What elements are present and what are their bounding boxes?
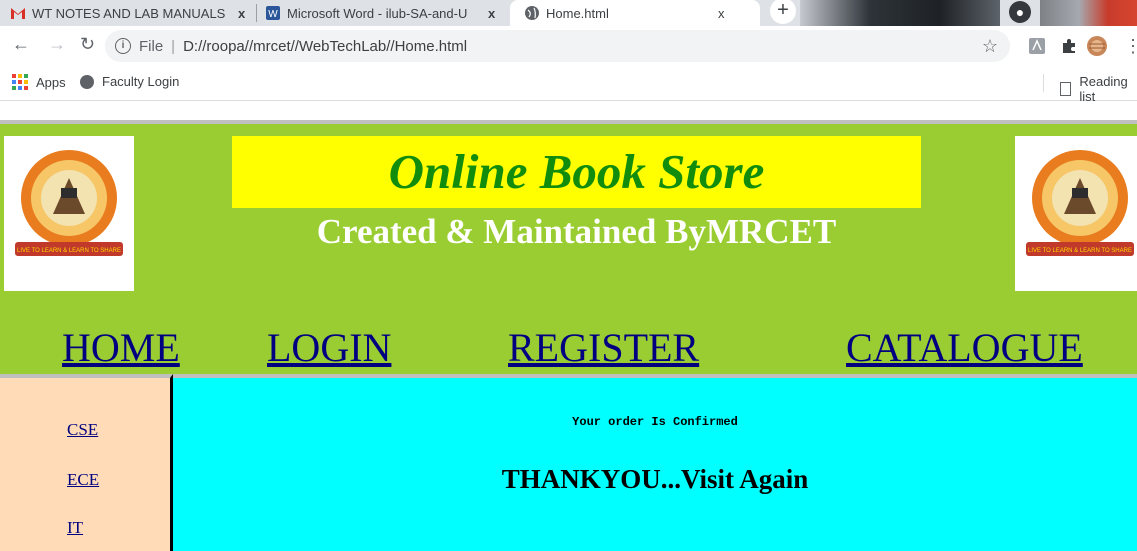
college-logo-icon: LIVE TO LEARN & LEARN TO SHARE [15, 150, 123, 256]
bookmark-apps[interactable]: Apps [12, 74, 66, 90]
close-tab-icon[interactable]: x [238, 6, 245, 21]
globe-icon [80, 74, 94, 89]
page-subtitle: Created & Maintained ByMRCET [316, 212, 837, 251]
reading-list-button[interactable]: Reading list [1060, 74, 1137, 104]
tab-title: Home.html [546, 5, 609, 21]
word-online-icon: W [266, 6, 280, 20]
address-scheme: File [139, 37, 164, 55]
logo-motto: LIVE TO LEARN & LEARN TO SHARE [17, 248, 121, 254]
nav-catalogue-link[interactable]: CATALOGUE [846, 324, 1083, 371]
tab-home-html[interactable]: Home.html x [510, 0, 760, 26]
extensions-puzzle-icon[interactable] [1060, 37, 1078, 55]
pdf-extension-icon[interactable] [1028, 37, 1046, 55]
sidebar-link-it[interactable]: IT [67, 518, 83, 538]
menu-kebab-icon[interactable]: ⋮ [1124, 36, 1137, 57]
thank-you-heading: THANKYOU...Visit Again [501, 464, 809, 494]
close-tab-icon[interactable]: x [718, 6, 725, 21]
address-bar[interactable]: i File | D://roopa//mrcet//WebTechLab//H… [105, 30, 1010, 62]
address-separator: | [171, 37, 176, 55]
reload-icon[interactable]: ↻ [80, 34, 95, 55]
college-logo-left: LIVE TO LEARN & LEARN TO SHARE [4, 136, 134, 291]
page-header: LIVE TO LEARN & LEARN TO SHARE Online Bo… [0, 120, 1137, 374]
tab-title: WT NOTES AND LAB MANUALS [32, 5, 226, 21]
bookmark-label: Apps [36, 74, 66, 90]
bookmark-label: Faculty Login [102, 74, 180, 89]
back-arrow-icon[interactable]: ← [12, 34, 30, 55]
gmail-icon [11, 8, 25, 19]
info-icon[interactable]: i [115, 38, 131, 54]
department-sidebar: CSE ECE IT [0, 374, 173, 551]
tab-title: Microsoft Word - ilub-SA-and-U [287, 5, 468, 21]
close-tab-icon[interactable]: x [488, 6, 495, 21]
bookmark-star-icon[interactable]: ☆ [982, 36, 998, 57]
profile-icon[interactable]: ● [1009, 1, 1031, 23]
main-content: Your order Is Confirmed THANKYOU...Visit… [173, 374, 1137, 551]
tab-wt-notes[interactable]: WT NOTES AND LAB MANUALS x [10, 0, 254, 26]
bookmark-faculty-login[interactable]: Faculty Login [80, 74, 179, 89]
nav-login-link[interactable]: LOGIN [267, 324, 391, 371]
new-tab-button[interactable]: + [770, 0, 796, 24]
title-banner: Online Book Store [232, 136, 921, 208]
avatar[interactable] [1086, 35, 1108, 57]
bookmark-separator [1043, 74, 1044, 92]
order-confirmation-text: Your order Is Confirmed [572, 415, 738, 429]
apps-grid-icon [12, 74, 28, 90]
sidebar-link-cse[interactable]: CSE [67, 420, 98, 440]
sidebar-link-ece[interactable]: ECE [67, 470, 99, 490]
address-url: D://roopa//mrcet//WebTechLab//Home.html [183, 37, 468, 55]
logo-motto: LIVE TO LEARN & LEARN TO SHARE [1028, 248, 1132, 254]
tab-strip: WT NOTES AND LAB MANUALS x W Microsoft W… [0, 0, 1137, 26]
reading-list-icon [1060, 82, 1072, 96]
tab-separator [256, 4, 257, 22]
nav-register-link[interactable]: REGISTER [508, 324, 699, 371]
tab-microsoft-word[interactable]: W Microsoft Word - ilub-SA-and-U x [265, 0, 505, 26]
browser-toolbar: ← → ↻ i File | D://roopa//mrcet//WebTech… [0, 26, 1137, 66]
tab-strip-background [800, 0, 1000, 26]
globe-icon [525, 6, 539, 20]
college-logo-right: LIVE TO LEARN & LEARN TO SHARE [1015, 136, 1137, 291]
forward-arrow-icon[interactable]: → [48, 34, 66, 55]
window-controls[interactable] [1040, 0, 1137, 26]
svg-text:W: W [268, 9, 278, 20]
bookmarks-bar: Apps Faculty Login Reading list [0, 66, 1137, 104]
page-title: Online Book Store [388, 144, 765, 199]
college-logo-icon: LIVE TO LEARN & LEARN TO SHARE [1026, 150, 1134, 256]
reading-list-label: Reading list [1079, 74, 1128, 104]
nav-home-link[interactable]: HOME [62, 324, 180, 371]
